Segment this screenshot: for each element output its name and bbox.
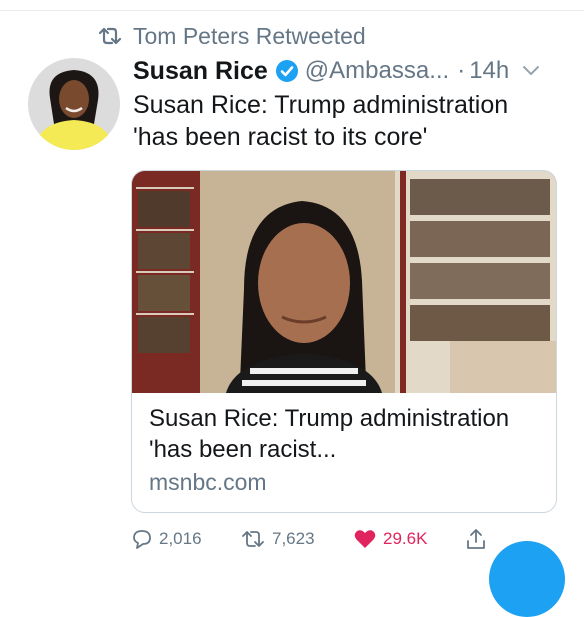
link-card[interactable]: Susan Rice: Trump administration 'has be…	[131, 170, 557, 513]
card-text: Susan Rice: Trump administration 'has be…	[149, 403, 544, 497]
retweet-count: 7,623	[272, 529, 315, 548]
author-handle[interactable]: @Ambassa...	[305, 57, 449, 85]
compose-button[interactable]	[489, 541, 565, 617]
card-title: Susan Rice: Trump administration 'has be…	[149, 405, 510, 463]
separator-dot: ·	[457, 57, 466, 84]
tweet-text: Susan Rice: Trump administration 'has be…	[133, 91, 509, 151]
card-image	[132, 171, 556, 393]
avatar[interactable]	[28, 58, 120, 150]
share-icon	[467, 529, 485, 549]
retweet-icon	[242, 531, 264, 547]
retweet-icon	[98, 27, 122, 45]
chevron-down-icon[interactable]	[521, 64, 541, 78]
share-button[interactable]	[465, 526, 493, 552]
social-context[interactable]: Tom Peters Retweeted	[97, 22, 366, 50]
retweeted-by-label: Tom Peters Retweeted	[133, 22, 366, 49]
reply-button[interactable]: 2,016	[131, 526, 202, 552]
author-name[interactable]: Susan Rice	[133, 57, 268, 86]
top-divider	[0, 10, 584, 11]
reply-count: 2,016	[159, 529, 202, 548]
retweet-button[interactable]: 7,623	[240, 526, 315, 552]
tweet-timestamp[interactable]: 14h	[469, 57, 509, 85]
tweet-actions: 2,016 7,623 29.6K	[131, 526, 561, 552]
like-count: 29.6K	[383, 529, 428, 548]
profile-photo	[28, 58, 120, 150]
card-domain: msnbc.com	[149, 469, 267, 495]
heart-icon	[354, 530, 376, 548]
verified-badge-icon	[275, 60, 298, 82]
tweet-header: Susan Rice @Ambassa... · 14h	[133, 54, 541, 88]
like-button[interactable]: 29.6K	[353, 526, 427, 552]
reply-icon	[133, 530, 151, 549]
